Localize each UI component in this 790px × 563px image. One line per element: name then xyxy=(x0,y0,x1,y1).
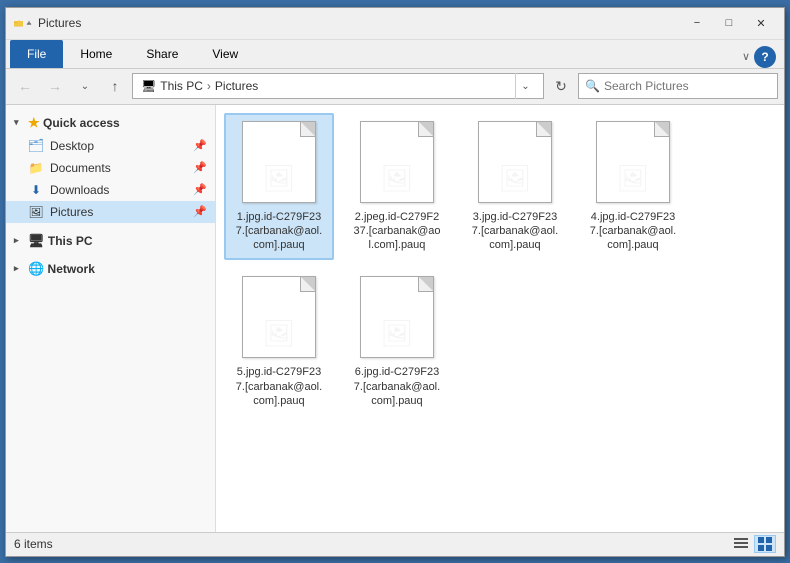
quick-access-label: Quick access xyxy=(43,116,120,130)
pin-icon-pictures: 📌 xyxy=(193,205,207,218)
this-pc-icon-sidebar: 🖥 xyxy=(28,233,45,249)
file-icon-4: 🖼 xyxy=(593,121,673,206)
pictures-sidebar-label: Pictures xyxy=(50,205,93,219)
titlebar-icon xyxy=(14,16,32,30)
this-pc-icon: 🖥 xyxy=(141,79,156,93)
file-item[interactable]: 🖼 1.jpg.id-C279F237.[carbanak@aol.com].p… xyxy=(224,113,334,261)
ribbon-expand: ∨ ? xyxy=(742,46,784,68)
dropdown-button[interactable]: ⌄ xyxy=(72,73,98,99)
tab-file[interactable]: File xyxy=(10,40,63,68)
close-button[interactable]: ✕ xyxy=(746,13,776,33)
file-grid: 🖼 1.jpg.id-C279F237.[carbanak@aol.com].p… xyxy=(224,113,776,417)
ribbon: File Home Share View ∨ ? xyxy=(6,40,784,69)
file-name-2: 2.jpeg.id-C279F237.[carbanak@aol.com].pa… xyxy=(353,210,440,253)
this-pc-chevron: ▸ xyxy=(14,235,28,246)
this-pc-header[interactable]: ▸ 🖥 This PC xyxy=(6,229,215,253)
pictures-icon: 🖼 xyxy=(28,204,44,220)
search-box: 🔍 xyxy=(578,73,778,99)
main-area: ▾ ★ Quick access 🗂 Desktop 📌 📁 Documents… xyxy=(6,105,784,532)
statusbar: 6 items xyxy=(6,532,784,556)
tab-view[interactable]: View xyxy=(195,40,255,68)
file-item[interactable]: 🖼 3.jpg.id-C279F237.[carbanak@aol.com].p… xyxy=(460,113,570,261)
maximize-button[interactable]: □ xyxy=(714,13,744,33)
sidebar-item-pictures[interactable]: 🖼 Pictures 📌 xyxy=(6,201,215,223)
window-controls: − □ ✕ xyxy=(682,13,776,33)
sidebar-item-documents[interactable]: 📁 Documents 📌 xyxy=(6,157,215,179)
explorer-window: Pictures − □ ✕ File Home Share View ∨ ? xyxy=(5,7,785,557)
titlebar: Pictures − □ ✕ xyxy=(6,8,784,40)
help-button[interactable]: ? xyxy=(754,46,776,68)
network-header[interactable]: ▸ 🌐 Network xyxy=(6,257,215,281)
file-icon-1: 🖼 xyxy=(239,121,319,206)
quick-access-chevron: ▾ xyxy=(14,117,28,128)
addressbar: ← → ⌄ ↑ 🖥 This PC › Pictures ⌄ ↻ 🔍 xyxy=(6,69,784,105)
tab-share[interactable]: Share xyxy=(129,40,195,68)
network-label: Network xyxy=(48,262,95,276)
downloads-icon: ⬇ xyxy=(28,182,44,198)
quick-access-icon: ★ xyxy=(28,115,40,131)
pictures-label: Pictures xyxy=(215,79,258,93)
pin-icon-downloads: 📌 xyxy=(193,183,207,196)
forward-button[interactable]: → xyxy=(42,73,68,99)
refresh-button[interactable]: ↻ xyxy=(548,73,574,99)
file-area: 🖼 1.jpg.id-C279F237.[carbanak@aol.com].p… xyxy=(216,105,784,532)
icon-view-button[interactable] xyxy=(754,535,776,553)
sidebar: ▾ ★ Quick access 🗂 Desktop 📌 📁 Documents… xyxy=(6,105,216,532)
file-icon-6: 🖼 xyxy=(357,276,437,361)
file-item[interactable]: 🖼 2.jpeg.id-C279F237.[carbanak@aol.com].… xyxy=(342,113,452,261)
quick-access-header[interactable]: ▾ ★ Quick access xyxy=(6,111,215,135)
expand-icon[interactable]: ∨ xyxy=(742,50,750,63)
address-path[interactable]: 🖥 This PC › Pictures ⌄ xyxy=(132,73,544,99)
file-item[interactable]: 🖼 6.jpg.id-C279F237.[carbanak@aol.com].p… xyxy=(342,268,452,416)
path-separator-1: › xyxy=(207,79,211,93)
desktop-label: Desktop xyxy=(50,139,94,153)
file-name-5: 5.jpg.id-C279F237.[carbanak@aol.com].pau… xyxy=(236,365,322,408)
file-name-1: 1.jpg.id-C279F237.[carbanak@aol.com].pau… xyxy=(236,210,322,253)
search-input[interactable] xyxy=(604,79,771,93)
back-button[interactable]: ← xyxy=(12,73,38,99)
minimize-button[interactable]: − xyxy=(682,13,712,33)
item-count: 6 items xyxy=(14,537,53,551)
network-icon: 🌐 xyxy=(28,261,44,277)
file-icon-5: 🖼 xyxy=(239,276,319,361)
documents-icon: 📁 xyxy=(28,160,44,176)
window-title: Pictures xyxy=(38,16,682,30)
pin-icon-documents: 📌 xyxy=(193,161,207,174)
desktop-icon: 🗂 xyxy=(28,138,44,154)
ribbon-tabs: File Home Share View ∨ ? xyxy=(6,40,784,68)
list-view-button[interactable] xyxy=(730,535,752,553)
file-name-4: 4.jpg.id-C279F237.[carbanak@aol.com].pau… xyxy=(590,210,676,253)
network-chevron: ▸ xyxy=(14,263,28,274)
file-item[interactable]: 🖼 5.jpg.id-C279F237.[carbanak@aol.com].p… xyxy=(224,268,334,416)
path-dropdown-btn[interactable]: ⌄ xyxy=(515,73,535,99)
tab-home[interactable]: Home xyxy=(63,40,129,68)
file-item[interactable]: 🖼 4.jpg.id-C279F237.[carbanak@aol.com].p… xyxy=(578,113,688,261)
file-name-6: 6.jpg.id-C279F237.[carbanak@aol.com].pau… xyxy=(354,365,440,408)
sidebar-item-desktop[interactable]: 🗂 Desktop 📌 xyxy=(6,135,215,157)
this-pc-sidebar-label: This PC xyxy=(48,234,93,248)
up-button[interactable]: ↑ xyxy=(102,73,128,99)
search-icon: 🔍 xyxy=(585,79,600,93)
pin-icon-desktop: 📌 xyxy=(193,139,207,152)
file-name-3: 3.jpg.id-C279F237.[carbanak@aol.com].pau… xyxy=(472,210,558,253)
file-icon-3: 🖼 xyxy=(475,121,555,206)
downloads-label: Downloads xyxy=(50,183,109,197)
file-icon-2: 🖼 xyxy=(357,121,437,206)
sidebar-item-downloads[interactable]: ⬇ Downloads 📌 xyxy=(6,179,215,201)
this-pc-label: This PC xyxy=(160,79,203,93)
view-controls xyxy=(730,535,776,553)
documents-label: Documents xyxy=(50,161,111,175)
